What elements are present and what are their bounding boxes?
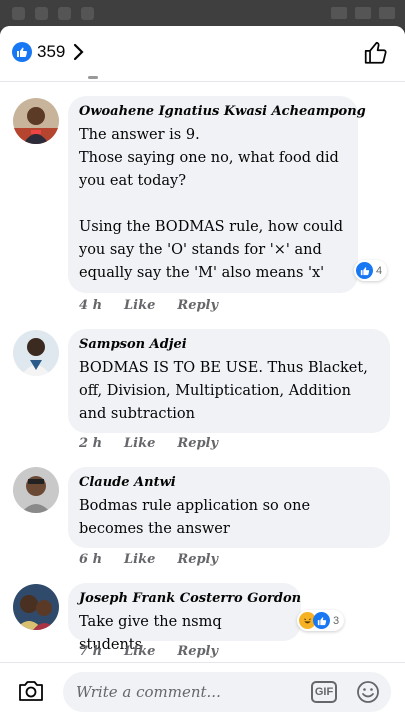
emoji-button[interactable] xyxy=(356,680,380,708)
comment-actions: 4 h Like Reply xyxy=(79,298,240,313)
comment-actions: 7 h Like Reply xyxy=(79,644,240,659)
comment-text: The answer is 9. Those saying one no, wh… xyxy=(79,127,344,281)
like-comment-button[interactable]: Like xyxy=(124,436,155,451)
comment-reactions[interactable]: 4 xyxy=(354,260,388,281)
gif-button[interactable]: GIF xyxy=(311,681,337,703)
comment-time: 7 h xyxy=(79,644,103,659)
reaction-count: 4 xyxy=(376,264,383,277)
smiley-icon xyxy=(357,681,379,703)
reaction-count: 3 xyxy=(333,614,340,627)
avatar[interactable] xyxy=(13,330,59,376)
like-reaction-icon xyxy=(12,42,32,62)
avatar[interactable] xyxy=(13,98,59,144)
comment-time: 6 h xyxy=(79,552,103,567)
like-comment-button[interactable]: Like xyxy=(124,552,155,567)
notification-icons xyxy=(12,7,94,20)
comment-time: 4 h xyxy=(79,298,103,313)
scroll-hint xyxy=(88,76,98,79)
camera-icon xyxy=(19,681,43,701)
reply-button[interactable]: Reply xyxy=(177,298,218,313)
camera-button[interactable] xyxy=(17,678,45,708)
reply-button[interactable]: Reply xyxy=(177,436,218,451)
comment-author[interactable]: Sampson Adjei xyxy=(79,337,378,352)
system-icons xyxy=(331,7,395,19)
comment-actions: 2 h Like Reply xyxy=(79,436,240,451)
comment-composer: GIF xyxy=(0,662,405,720)
comment-author[interactable]: Claude Antwi xyxy=(79,475,378,490)
like-post-button[interactable] xyxy=(363,40,389,70)
reactions-header: 359 xyxy=(0,26,405,82)
comment-input-pill[interactable]: GIF xyxy=(63,672,391,712)
reactions-summary-button[interactable]: 359 xyxy=(12,42,85,62)
comment-bubble: Sampson Adjei BODMAS IS TO BE USE. Thus … xyxy=(68,329,390,433)
thumbs-up-outline-icon xyxy=(364,41,387,64)
like-comment-button[interactable]: Like xyxy=(124,644,155,659)
like-count: 359 xyxy=(37,42,66,61)
status-bar xyxy=(0,0,405,28)
like-reaction-icon xyxy=(356,262,373,279)
comment-actions: 6 h Like Reply xyxy=(79,552,240,567)
comment-bubble: Claude Antwi Bodmas rule application so … xyxy=(68,467,390,548)
comment-text: BODMAS IS TO BE USE. Thus Blacket, off, … xyxy=(79,360,373,422)
like-comment-button[interactable]: Like xyxy=(124,298,155,313)
avatar[interactable] xyxy=(13,467,59,513)
comment-time: 2 h xyxy=(79,436,103,451)
comment-author[interactable]: Joseph Frank Costerro Gordon xyxy=(79,591,301,606)
reply-button[interactable]: Reply xyxy=(177,644,218,659)
comment-text: Bodmas rule application so one becomes t… xyxy=(79,498,315,537)
like-reaction-icon xyxy=(313,612,330,629)
comment-bubble: Joseph Frank Costerro Gordon Take give t… xyxy=(68,583,301,653)
comment-author[interactable]: Owoahene Ignatius Kwasi Acheampong xyxy=(79,104,366,119)
chevron-right-icon xyxy=(74,43,84,61)
comment-bubble: Owoahene Ignatius Kwasi Acheampong The a… xyxy=(68,96,366,293)
comments-sheet: 359 Owoahene Ignatius Kwasi Acheampong T… xyxy=(0,26,405,720)
avatar[interactable] xyxy=(13,584,59,630)
comment-reactions[interactable]: 3 xyxy=(297,610,345,631)
reply-button[interactable]: Reply xyxy=(177,552,218,567)
comment-input[interactable] xyxy=(76,672,296,712)
